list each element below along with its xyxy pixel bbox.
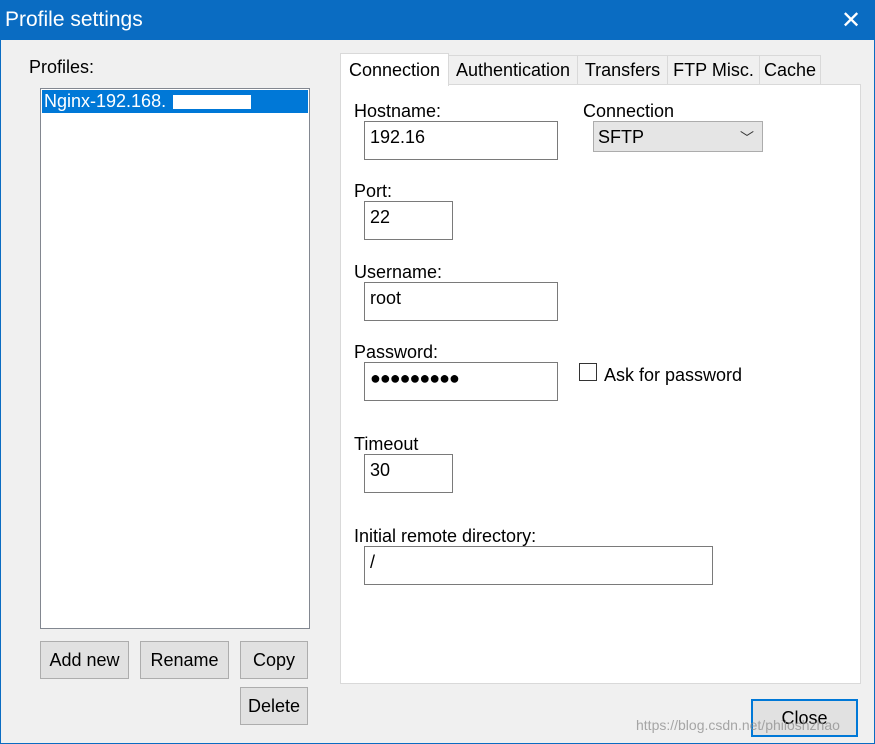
tab-cache[interactable]: Cache — [759, 55, 821, 85]
tab-transfers[interactable]: Transfers — [577, 55, 668, 85]
password-value: ●●●●●●●●● — [370, 368, 460, 388]
add-new-button[interactable]: Add new — [40, 641, 129, 679]
connection-type-value: SFTP — [598, 127, 645, 147]
rename-button[interactable]: Rename — [140, 641, 229, 679]
ask-password-checkbox[interactable] — [579, 363, 597, 381]
tab-connection[interactable]: Connection — [340, 53, 449, 86]
timeout-label: Timeout — [354, 434, 419, 454]
port-label: Port: — [354, 181, 393, 201]
username-value: root — [370, 288, 402, 308]
username-label: Username: — [354, 262, 443, 282]
close-window-icon[interactable]: ✕ — [828, 1, 874, 40]
window-title: Profile settings — [5, 8, 143, 31]
copy-button[interactable]: Copy — [240, 641, 308, 679]
hostname-field[interactable]: 192.16 — [364, 121, 558, 160]
connection-type-select[interactable]: SFTP ﹀ — [593, 121, 763, 152]
timeout-field[interactable]: 30 — [364, 454, 453, 493]
remote-dir-field[interactable]: / — [364, 546, 713, 585]
hostname-label: Hostname: — [354, 101, 442, 121]
ask-password-label[interactable]: Ask for password — [604, 365, 742, 386]
hostname-value: 192.16 — [370, 127, 426, 147]
password-field[interactable]: ●●●●●●●●● — [364, 362, 558, 401]
port-field[interactable]: 22 — [364, 201, 453, 240]
delete-button[interactable]: Delete — [240, 687, 308, 725]
profile-item[interactable]: Nginx-192.168. — [42, 90, 308, 113]
profile-settings-dialog: Profile settings ✕ Profiles: Nginx-192.1… — [0, 0, 875, 744]
profile-item-label: Nginx-192.168. — [44, 91, 167, 111]
tab-ftp-misc[interactable]: FTP Misc. — [667, 55, 760, 85]
redaction-mask — [173, 95, 251, 109]
remote-dir-label: Initial remote directory: — [354, 526, 537, 546]
remote-dir-value: / — [370, 552, 376, 572]
profiles-label: Profiles: — [29, 57, 95, 77]
connection-label: Connection — [583, 101, 675, 121]
title-bar: Profile settings ✕ — [1, 1, 874, 40]
timeout-value: 30 — [370, 460, 391, 480]
chevron-down-icon: ﹀ — [740, 130, 754, 146]
username-field[interactable]: root — [364, 282, 558, 321]
profiles-list[interactable]: Nginx-192.168. — [40, 88, 310, 629]
tab-authentication[interactable]: Authentication — [448, 55, 578, 85]
watermark-text: https://blog.csdn.net/philoshzhao — [636, 717, 840, 733]
port-value: 22 — [370, 207, 391, 227]
password-label: Password: — [354, 342, 439, 362]
